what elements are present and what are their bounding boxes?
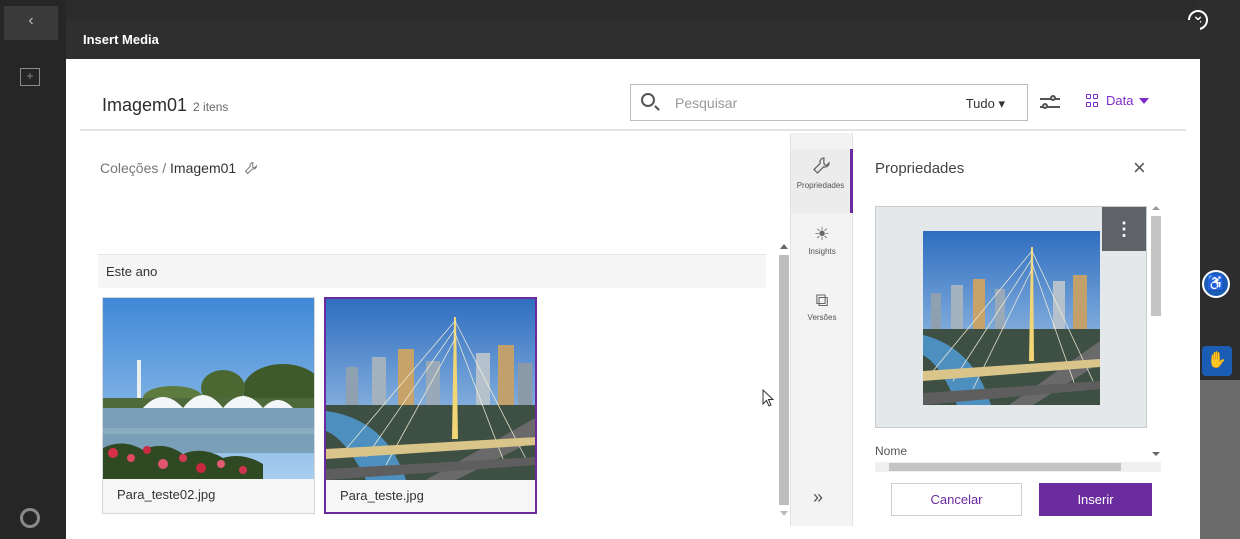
- rail-tab-versions[interactable]: ⧉ Versões: [791, 289, 853, 339]
- breadcrumb-separator: /: [162, 160, 167, 176]
- insert-button[interactable]: Inserir: [1039, 483, 1152, 516]
- collection-name: Imagem01: [102, 95, 188, 115]
- search-icon: [641, 93, 655, 107]
- rail-tab-properties[interactable]: Propriedades: [791, 149, 853, 213]
- wrench-icon: [812, 157, 830, 174]
- more-options-icon[interactable]: ⋮: [1102, 207, 1146, 251]
- rail-label-insights: Insights: [808, 247, 836, 256]
- rail-label-properties: Propriedades: [796, 181, 845, 190]
- expand-double-chevron-icon[interactable]: »: [813, 487, 823, 508]
- scroll-up-icon[interactable]: [780, 244, 788, 249]
- scroll-down-icon[interactable]: [780, 511, 788, 516]
- scrollbar-thumb[interactable]: [889, 463, 1121, 471]
- sun-icon: ☀: [813, 224, 831, 244]
- grid-view-icon[interactable]: [1086, 93, 1100, 108]
- breadcrumb-root[interactable]: Coleções: [100, 160, 158, 176]
- properties-scrollbar[interactable]: [1149, 206, 1163, 466]
- scrollbar-thumb[interactable]: [779, 255, 789, 505]
- filter-settings-icon[interactable]: [1040, 95, 1060, 111]
- item-count: 2 itens: [193, 100, 229, 114]
- content-scrollbar[interactable]: [778, 241, 790, 521]
- copy-icon: ⧉: [815, 290, 829, 310]
- search-filter-dropdown[interactable]: Tudo ▾: [966, 96, 1005, 112]
- rail-label-versions: Versões: [807, 313, 837, 322]
- sort-label: Data: [1106, 93, 1134, 108]
- section-header: Este ano: [98, 254, 766, 288]
- media-card-name: Para_teste.jpg: [340, 488, 424, 503]
- search-filter-label: Tudo: [965, 96, 995, 111]
- scrollbar-thumb[interactable]: [1151, 216, 1161, 316]
- media-card-name: Para_teste02.jpg: [117, 487, 216, 502]
- properties-title: Propriedades: [875, 160, 965, 177]
- properties-panel: Propriedades × ⋮ Nome Cancelar Inserir: [853, 133, 1186, 526]
- thumbnail-bridge-city: [326, 299, 535, 480]
- preview-image-bridge-city: [923, 231, 1100, 405]
- close-icon[interactable]: ×: [1133, 157, 1146, 179]
- thumbnail-fountain-lake: [103, 298, 314, 479]
- media-card[interactable]: Para_teste02.jpg: [102, 297, 315, 514]
- cancel-button[interactable]: Cancelar: [891, 483, 1022, 516]
- collection-title: Imagem01 2 itens: [102, 95, 228, 116]
- accessibility-icon[interactable]: ♿: [1202, 270, 1230, 298]
- add-panel-icon[interactable]: +: [20, 68, 40, 86]
- mouse-pointer-icon: [762, 389, 774, 407]
- modal-title: Insert Media: [66, 20, 1200, 59]
- media-card-selected[interactable]: Para_teste.jpg: [324, 297, 537, 514]
- collection-toolbar: Imagem01 2 itens Tudo ▾ Data: [80, 59, 1186, 131]
- search-input[interactable]: [675, 92, 935, 114]
- rail-tab-insights[interactable]: ☀ Insights: [791, 223, 853, 273]
- search-box[interactable]: Tudo ▾: [630, 84, 1028, 121]
- sort-dropdown[interactable]: Data: [1086, 93, 1150, 108]
- help-icon[interactable]: [20, 508, 40, 528]
- scroll-up-icon[interactable]: [1152, 206, 1160, 210]
- wrench-icon[interactable]: [244, 161, 258, 175]
- background-left-panel: ‹ +: [0, 0, 66, 539]
- chevron-down-icon: [1139, 97, 1150, 104]
- field-name-label: Nome: [875, 444, 908, 458]
- image-preview: ⋮: [875, 206, 1147, 428]
- media-browser: Coleções / Imagem01 Este ano Para_teste0…: [80, 133, 790, 539]
- scroll-down-icon[interactable]: [1152, 452, 1160, 456]
- breadcrumb: Coleções / Imagem01: [100, 160, 258, 176]
- side-icon-rail: Propriedades ☀ Insights ⧉ Versões »: [790, 133, 853, 526]
- back-icon[interactable]: ‹: [4, 6, 58, 40]
- background-right-lower: [1198, 380, 1240, 539]
- horizontal-scrollbar[interactable]: [875, 462, 1161, 472]
- sign-language-icon[interactable]: ✋: [1202, 346, 1232, 376]
- insert-media-modal: Insert Media Imagem01 2 itens Tudo ▾ Data…: [66, 20, 1200, 539]
- breadcrumb-current: Imagem01: [170, 160, 237, 176]
